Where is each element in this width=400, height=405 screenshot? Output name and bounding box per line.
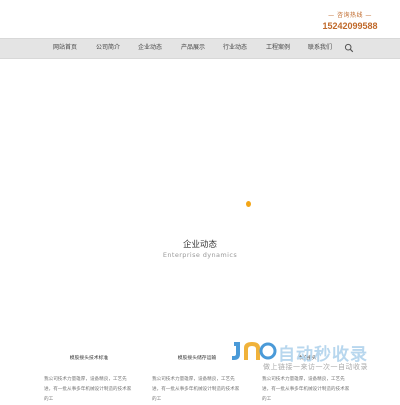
news-card[interactable]: 模胶接头储存运输 我公司技术力量雄厚，设备精良，工艺先 进，有一批从事多年机械设…	[152, 355, 242, 405]
hotline-number: 15242099588	[322, 21, 378, 31]
nav-item-industry[interactable]: 行业动态	[223, 39, 247, 58]
watermark: 自动秒收录 做上链接一来访一次一自动收录	[230, 340, 385, 380]
news-card-line: 进，有一批从事多年机械设计制造的技术家的工	[44, 387, 132, 402]
nav-item-cases[interactable]: 工程案例	[266, 39, 290, 58]
hotline-label: — 咨询热线 —	[328, 12, 372, 19]
loading-indicator	[246, 201, 251, 207]
news-card-line: 进，有一批从事多年机械设计制造的技术家的工	[152, 387, 240, 402]
section-title: 企业动态	[182, 240, 217, 250]
news-card-excerpt: 我公司技术力量雄厚，设备精良，工艺先 进，有一批从事多年机械设计制造的技术家的工	[44, 375, 134, 405]
news-card-line: 我公司技术力量雄厚，设备精良，工艺先	[152, 377, 235, 382]
nav-item-home[interactable]: 网站首页	[53, 39, 77, 58]
watermark-slogan: 做上链接一来访一次一自动收录	[263, 363, 368, 371]
nav-item-about[interactable]: 公司简介	[96, 39, 120, 58]
news-card-title[interactable]: 模胶接头储存运输	[152, 355, 242, 363]
nav-item-news[interactable]: 企业动态	[138, 39, 162, 58]
news-card[interactable]: 模胶接头技术标准 我公司技术力量雄厚，设备精良，工艺先 进，有一批从事多年机械设…	[44, 355, 134, 405]
watermark-logo-icon	[232, 342, 277, 360]
hotline: — 咨询热线 — 15242099588	[320, 10, 380, 31]
news-card-line: 我公司技术力量雄厚，设备精良，工艺先	[44, 377, 127, 382]
nav-item-contact[interactable]: 联系我们	[308, 39, 332, 58]
main-nav: 网站首页 公司简介 企业动态 产品展示 行业动态 工程案例 联系我们	[0, 38, 400, 59]
section-subtitle: Enterprise dynamics	[162, 251, 238, 259]
news-card-line: 进，有一批从事多年机械设计制造的技术家的工	[262, 387, 350, 402]
nav-item-products[interactable]: 产品展示	[181, 39, 205, 58]
search-icon[interactable]	[344, 43, 354, 53]
news-card-excerpt: 我公司技术力量雄厚，设备精良，工艺先 进，有一批从事多年机械设计制造的技术家的工	[152, 375, 242, 405]
news-card-title[interactable]: 模胶接头技术标准	[44, 355, 134, 363]
